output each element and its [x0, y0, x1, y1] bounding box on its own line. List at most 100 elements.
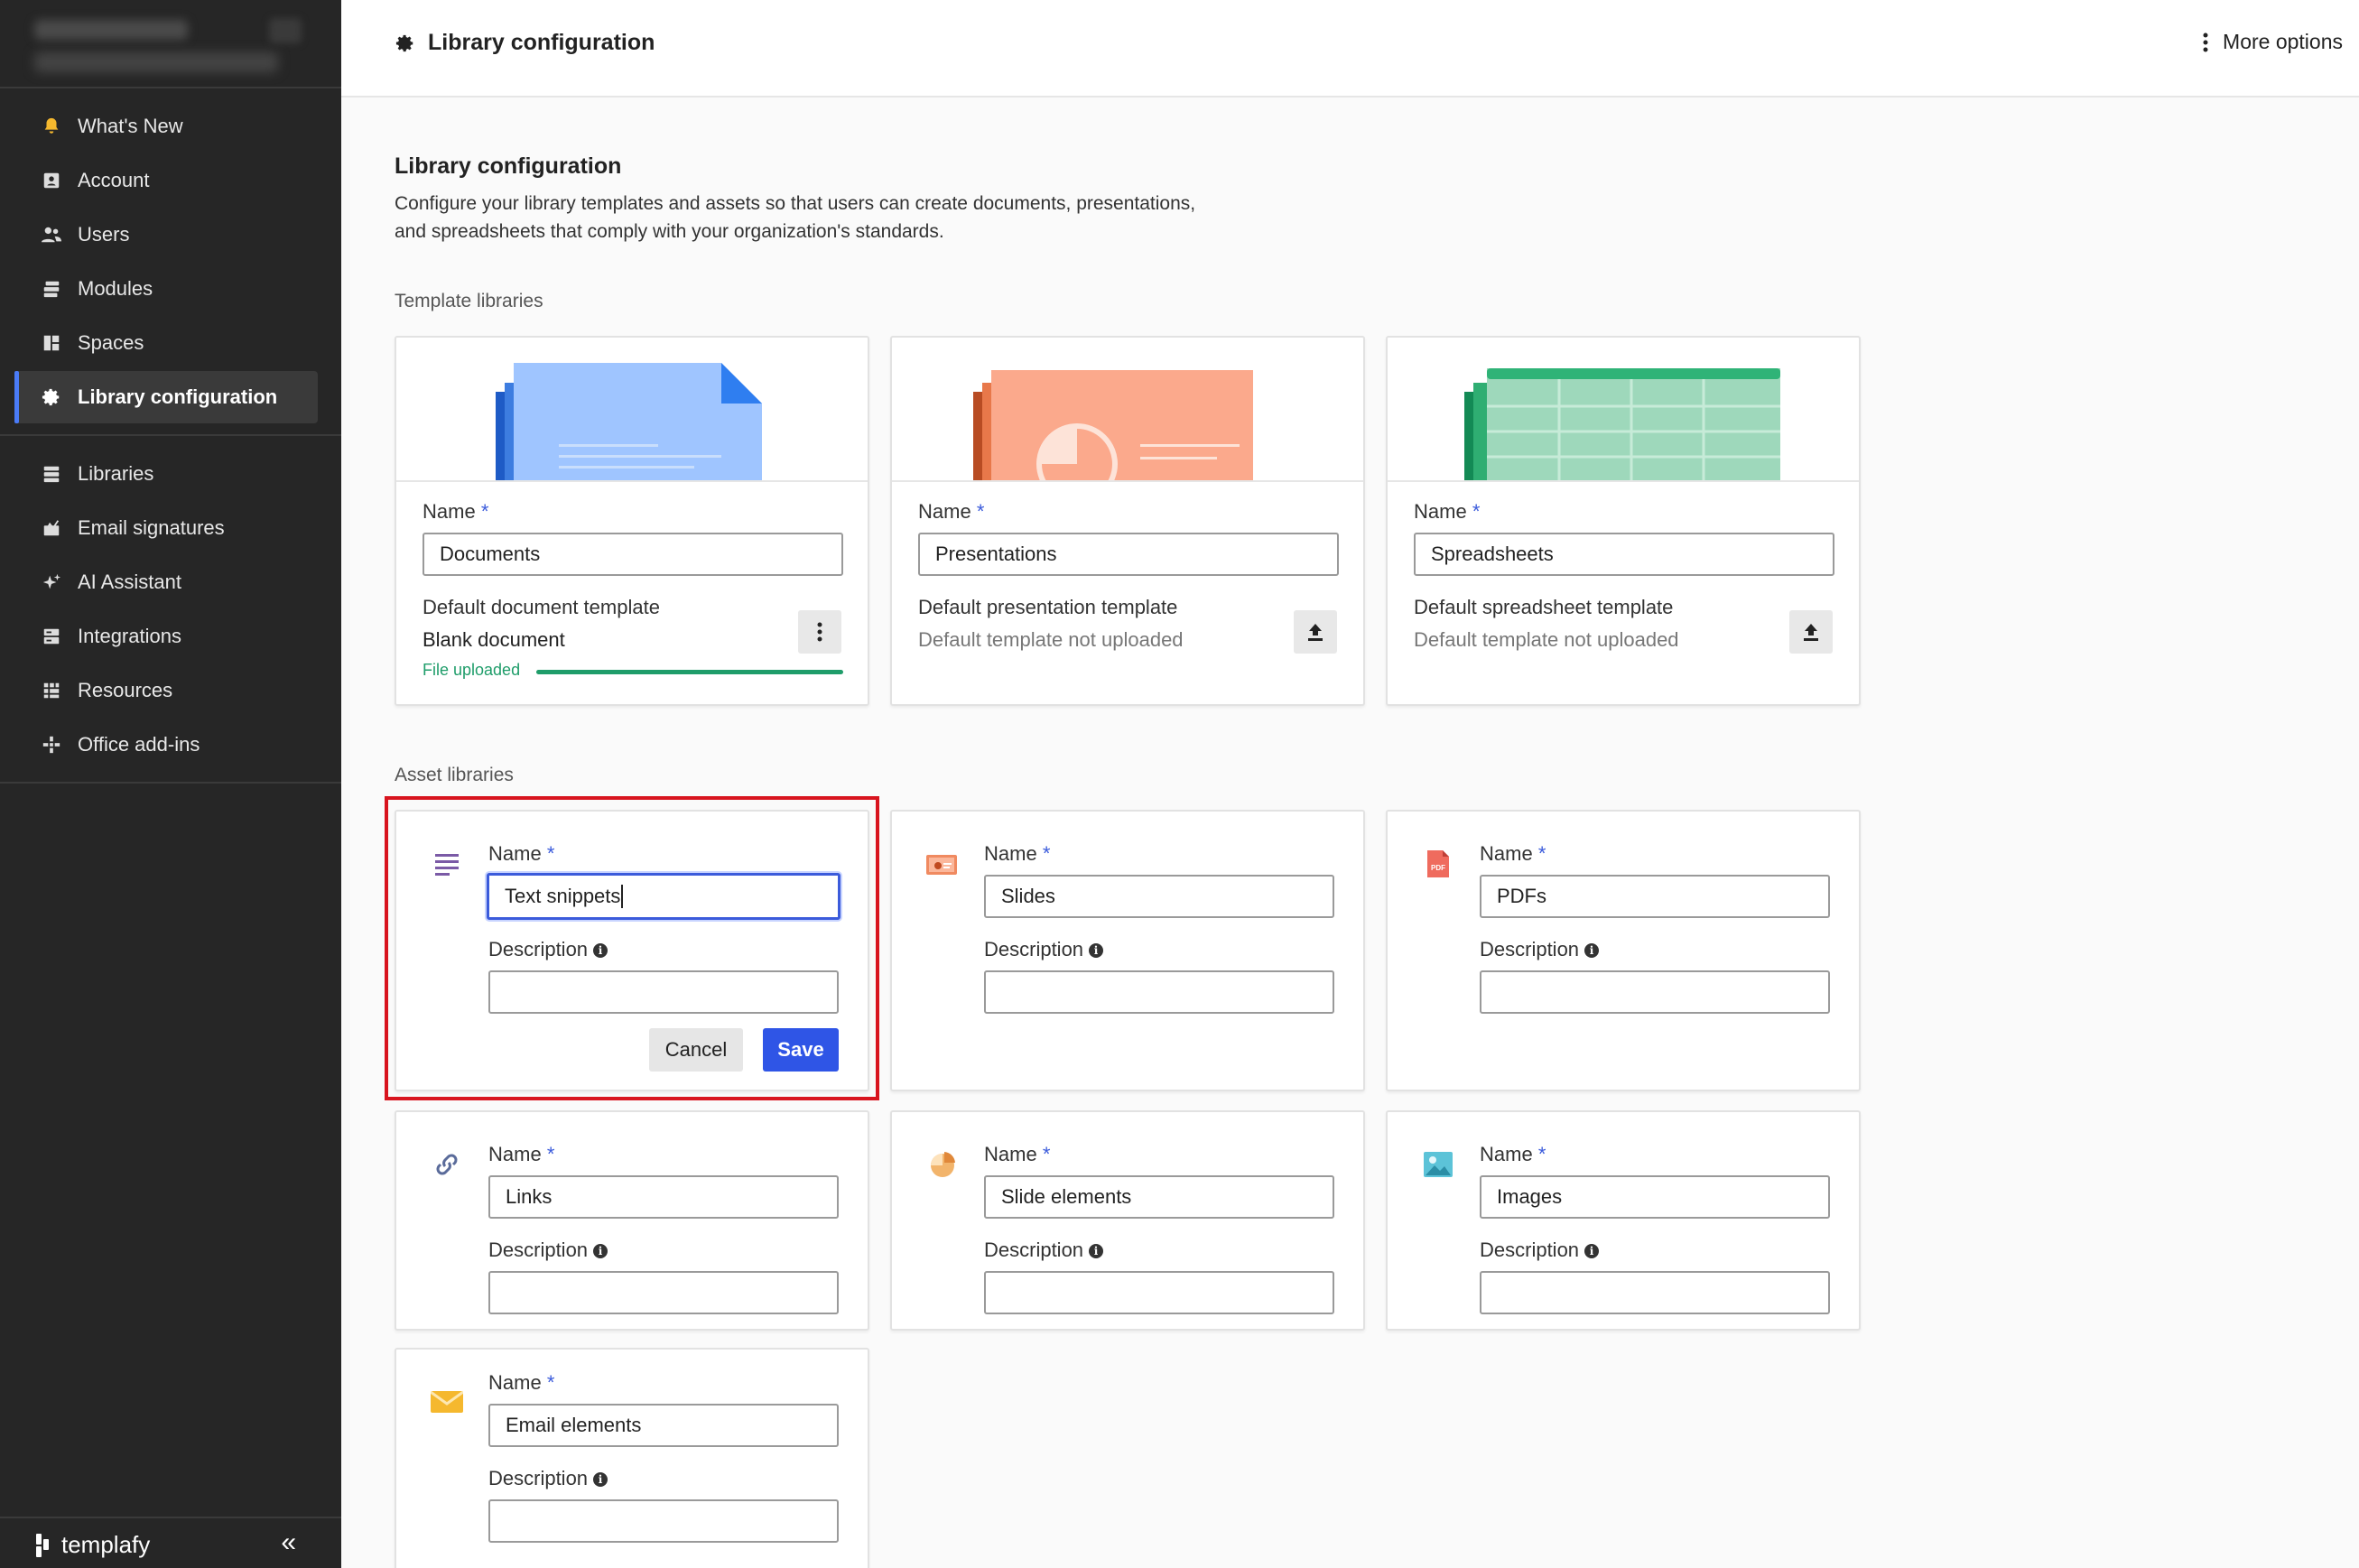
- sidebar-item-account[interactable]: Account: [14, 154, 318, 207]
- sidebar-item-integrations[interactable]: Integrations: [14, 610, 318, 663]
- template-options-button[interactable]: [798, 610, 841, 654]
- brand-name: templafy: [61, 1531, 151, 1558]
- sidebar-item-users[interactable]: Users: [14, 209, 318, 261]
- sidebar-item-whats-new[interactable]: What's New: [14, 100, 318, 153]
- pie-icon: [924, 1146, 961, 1183]
- template-name-input[interactable]: Spreadsheets: [1414, 533, 1834, 576]
- template-libraries-heading: Template libraries: [395, 291, 543, 311]
- asset-description-input[interactable]: [1480, 1271, 1830, 1314]
- description-label: Description i: [1480, 1239, 1600, 1262]
- sidebar: What's New Account Users Modules Spaces …: [0, 0, 341, 1568]
- sidebar-divider: [0, 782, 341, 784]
- upload-template-button[interactable]: [1789, 610, 1833, 654]
- sidebar-item-ai-assistant[interactable]: AI Assistant: [14, 556, 318, 608]
- upload-progress-bar: [536, 670, 843, 674]
- link-icon: [429, 1146, 465, 1183]
- users-icon: [34, 218, 69, 252]
- upload-progress-fill: [536, 670, 843, 674]
- presentation-illustration: [892, 338, 1363, 482]
- info-icon: i: [593, 943, 608, 959]
- libraries-icon: [34, 457, 69, 491]
- sidebar-item-label: Spaces: [78, 331, 144, 354]
- template-card-spreadsheets: Name * Spreadsheets Default spreadsheet …: [1386, 336, 1861, 706]
- templafy-logo: templafy: [34, 1531, 150, 1559]
- header-title-text: Library configuration: [428, 30, 655, 55]
- upload-status-text: File uploaded: [423, 661, 521, 679]
- sidebar-item-modules[interactable]: Modules: [14, 263, 318, 315]
- asset-description-input[interactable]: [984, 1271, 1334, 1314]
- name-label: Name *: [488, 842, 555, 865]
- asset-description-input[interactable]: [488, 1271, 839, 1314]
- asset-description-input[interactable]: [488, 970, 839, 1014]
- template-card-presentations: Name * Presentations Default presentatio…: [890, 336, 1365, 706]
- resources-icon: [34, 673, 69, 708]
- name-label: Name *: [984, 842, 1051, 865]
- pdf-icon: PDF: [1420, 846, 1456, 882]
- sidebar-item-label: Integrations: [78, 625, 181, 647]
- name-label: Name *: [1480, 1143, 1546, 1165]
- template-name-input[interactable]: Documents: [423, 533, 843, 576]
- asset-description-input[interactable]: [1480, 970, 1830, 1014]
- sidebar-footer: templafy «: [0, 1517, 341, 1568]
- info-icon: i: [1089, 943, 1104, 959]
- sidebar-item-spaces[interactable]: Spaces: [14, 317, 318, 369]
- sidebar-item-libraries[interactable]: Libraries: [14, 448, 318, 500]
- name-label: Name *: [1414, 500, 1481, 523]
- sparkle-icon: [34, 565, 69, 599]
- sidebar-item-label: Libraries: [78, 462, 154, 485]
- image-icon: [1420, 1146, 1456, 1183]
- sidebar-divider: [0, 87, 341, 88]
- description-label: Description i: [1480, 938, 1600, 961]
- description-label: Description i: [488, 938, 608, 961]
- asset-name-input[interactable]: Text snippets: [487, 873, 841, 920]
- asset-card-text-snippets: Name * Text snippets Description i Cancel…: [395, 810, 869, 1091]
- info-icon: i: [1584, 1244, 1600, 1259]
- sidebar-divider: [0, 434, 341, 436]
- cancel-button[interactable]: Cancel: [649, 1028, 743, 1072]
- header-title: Library configuration: [395, 30, 655, 56]
- asset-name-input[interactable]: Slides: [984, 875, 1334, 918]
- email-signature-icon: [34, 511, 69, 545]
- collapse-sidebar-button[interactable]: «: [281, 1529, 296, 1556]
- name-label: Name *: [488, 1371, 555, 1394]
- asset-name-input[interactable]: Links: [488, 1175, 839, 1219]
- asset-card-links: Name * Links Description i: [395, 1110, 869, 1331]
- asset-name-input[interactable]: Slide elements: [984, 1175, 1334, 1219]
- bell-icon: [34, 109, 69, 144]
- upload-icon: [1308, 624, 1323, 641]
- upload-icon: [1804, 624, 1818, 641]
- default-template-value: Default template not uploaded: [918, 628, 1184, 651]
- kebab-icon: [817, 622, 822, 642]
- envelope-icon: [429, 1384, 465, 1420]
- sidebar-item-resources[interactable]: Resources: [14, 664, 318, 717]
- default-template-value: Blank document: [423, 628, 565, 651]
- sidebar-item-label: What's New: [78, 115, 183, 137]
- page-title: Library configuration: [395, 153, 622, 179]
- asset-description-input[interactable]: [488, 1499, 839, 1543]
- asset-name-input[interactable]: Email elements: [488, 1404, 839, 1447]
- sidebar-item-email-signatures[interactable]: Email signatures: [14, 502, 318, 554]
- asset-name-input[interactable]: PDFs: [1480, 875, 1830, 918]
- info-icon: i: [593, 1244, 608, 1259]
- integrations-icon: [34, 619, 69, 654]
- asset-description-input[interactable]: [984, 970, 1334, 1014]
- add-ins-icon: [34, 728, 69, 762]
- sidebar-item-label: Users: [78, 223, 130, 246]
- asset-name-input[interactable]: Images: [1480, 1175, 1830, 1219]
- description-label: Description i: [488, 1239, 608, 1262]
- gear-icon: [395, 34, 413, 51]
- more-options-button[interactable]: More options: [2203, 30, 2343, 54]
- sidebar-item-label: Office add-ins: [78, 733, 200, 756]
- save-button[interactable]: Save: [763, 1028, 839, 1072]
- template-name-input[interactable]: Presentations: [918, 533, 1339, 576]
- top-header: Library configuration More options: [341, 0, 2359, 97]
- upload-template-button[interactable]: [1294, 610, 1337, 654]
- sidebar-item-label: Resources: [78, 679, 173, 701]
- account-switcher[interactable]: [25, 11, 305, 83]
- main-content: Library configuration Configure your lib…: [341, 99, 2359, 1568]
- more-options-label: More options: [2223, 30, 2343, 53]
- gear-icon: [34, 380, 69, 414]
- spreadsheet-illustration: [1388, 338, 1859, 482]
- sidebar-item-office-add-ins[interactable]: Office add-ins: [14, 719, 318, 771]
- sidebar-item-library-configuration[interactable]: Library configuration: [14, 371, 318, 423]
